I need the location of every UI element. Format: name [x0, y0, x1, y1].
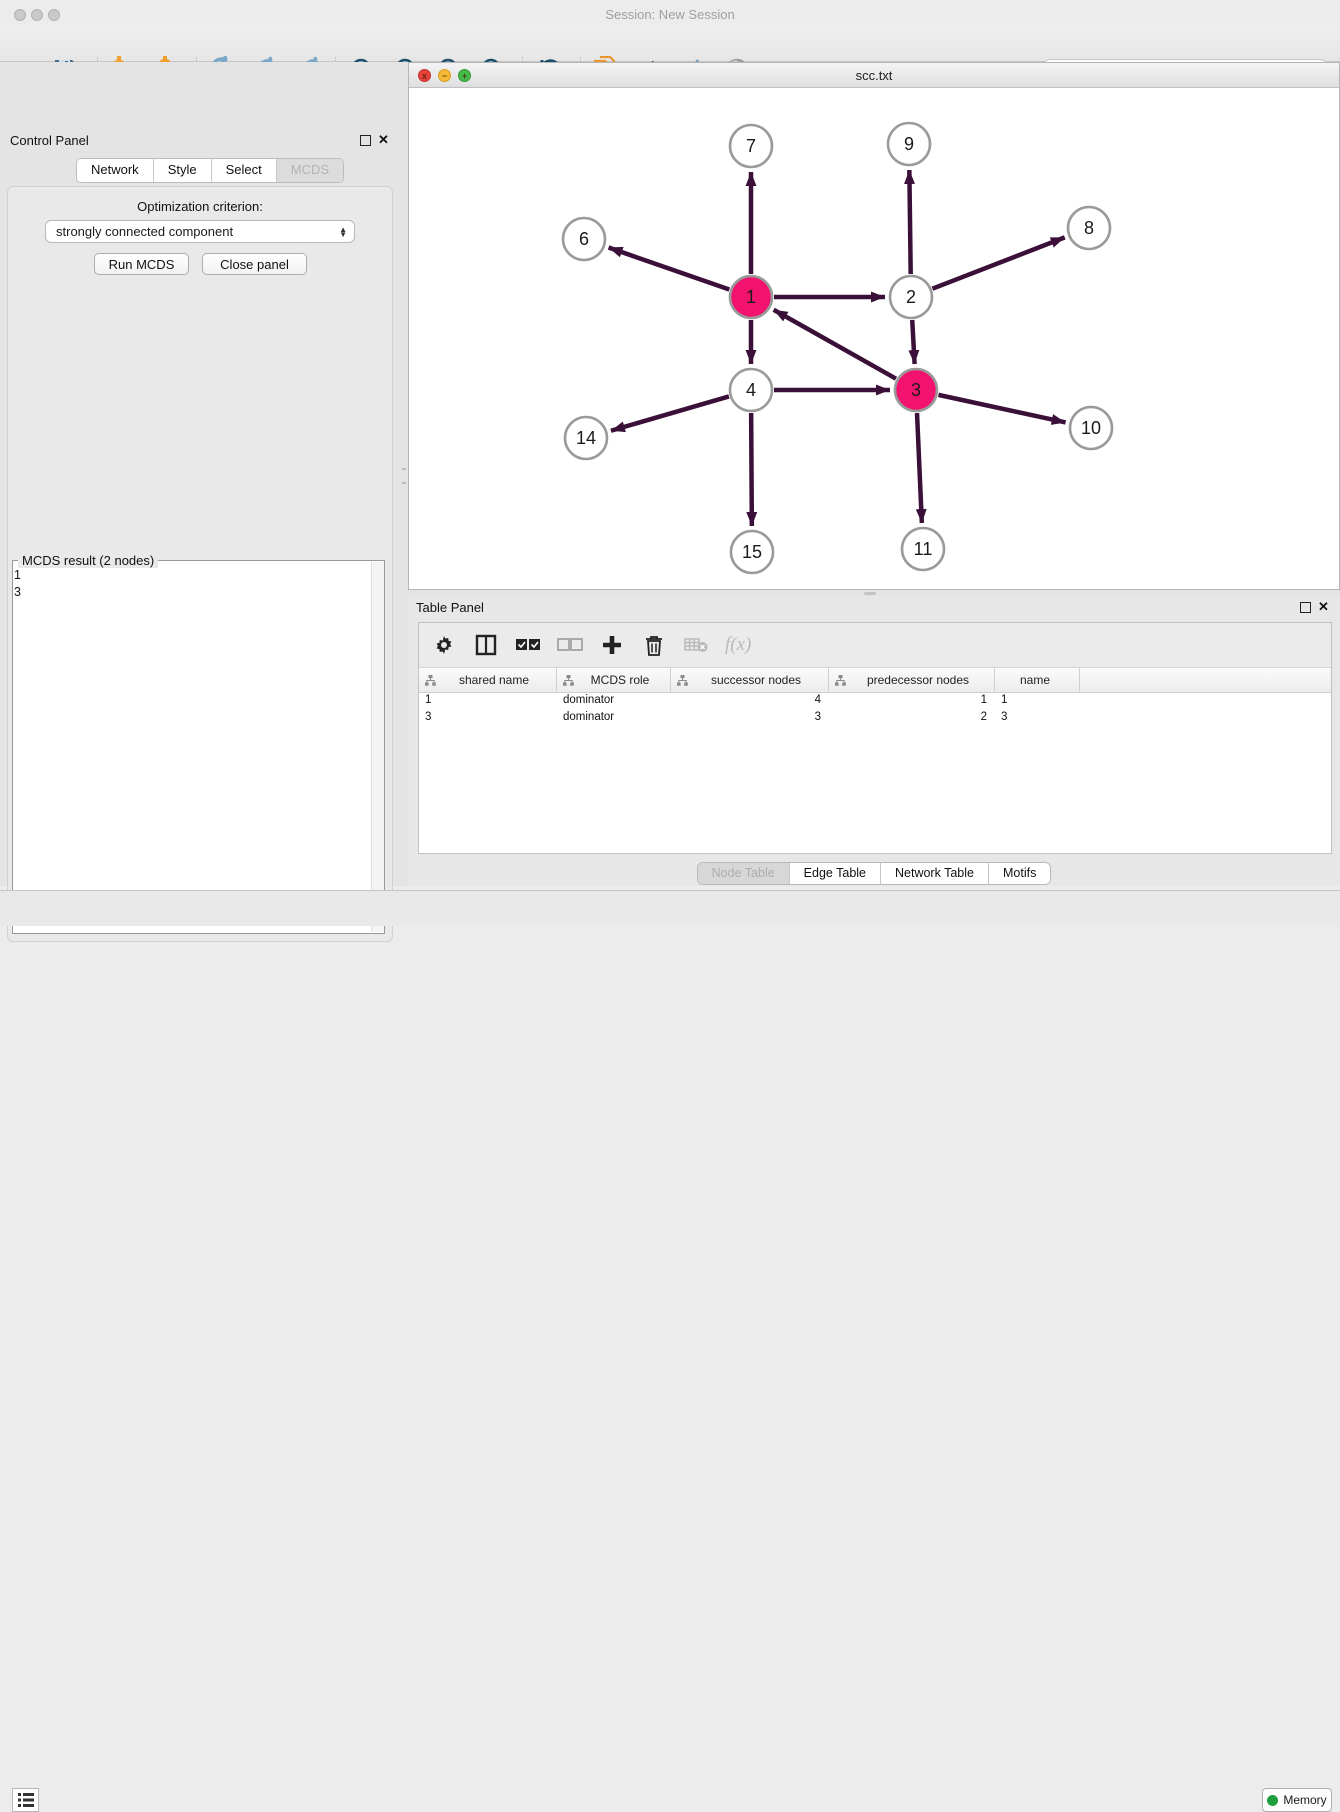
main-toolbar — [0, 26, 1340, 62]
table-cell[interactable]: 2 — [829, 710, 995, 727]
table-tabbar: Node Table Edge Table Network Table Moti… — [408, 862, 1340, 885]
graph-edge-1-6[interactable] — [609, 248, 730, 290]
control-panel-title: Control Panel — [10, 133, 89, 148]
tab-mcds[interactable]: MCDS — [277, 159, 343, 182]
hierarchy-icon — [677, 675, 688, 686]
float-table-panel-icon[interactable] — [1300, 602, 1311, 613]
control-panel-tabs: Network Style Select MCDS — [76, 158, 344, 183]
graph-node-label: 4 — [746, 380, 756, 400]
table-panel-title: Table Panel — [416, 600, 484, 615]
network-view-window: x − + scc.txt 1 2 3 4 6 7 8 9 10 11 14 15 — [408, 62, 1340, 590]
mcds-result-scrollbar[interactable] — [371, 562, 384, 932]
vertical-splitter-handle[interactable] — [402, 468, 406, 484]
column-header[interactable]: predecessor nodes — [829, 668, 995, 692]
table-cell[interactable]: 3 — [671, 710, 829, 727]
tab-node-table[interactable]: Node Table — [698, 863, 790, 884]
table-cell[interactable]: dominator — [557, 693, 671, 710]
graph-edge-2-8[interactable] — [932, 237, 1064, 288]
tab-edge-table[interactable]: Edge Table — [790, 863, 881, 884]
unselect-all-columns-icon[interactable] — [557, 632, 583, 658]
control-panel: Control Panel ✕ Network Style Select MCD… — [0, 62, 400, 886]
graph-node-label: 1 — [746, 287, 756, 307]
graph-edge-2-3[interactable] — [912, 320, 914, 364]
table-panel: Table Panel ✕ f(x) — [408, 596, 1340, 886]
tab-network-table[interactable]: Network Table — [881, 863, 989, 884]
window-title: Session: New Session — [0, 7, 1340, 22]
graph-node-label: 6 — [579, 229, 589, 249]
delete-table-icon[interactable] — [683, 632, 709, 658]
node-table-body: 1dominator4113dominator323 — [419, 693, 1331, 727]
graph-edge-4-15[interactable] — [751, 413, 752, 526]
network-canvas[interactable]: 1 2 3 4 6 7 8 9 10 11 14 15 — [409, 88, 1339, 589]
graph-node-label: 7 — [746, 136, 756, 156]
dropdown-stepper-icon: ▲▼ — [339, 227, 347, 237]
node-table-container: f(x) shared nameMCDS rolesuccessor nodes… — [418, 622, 1332, 854]
graph-node-label: 9 — [904, 134, 914, 154]
network-window-titlebar[interactable]: x − + scc.txt — [409, 63, 1339, 88]
optimization-criterion-label: Optimization criterion: — [0, 199, 400, 214]
table-cell[interactable]: 4 — [671, 693, 829, 710]
title-bar: Session: New Session — [0, 0, 1340, 27]
hierarchy-icon — [425, 675, 436, 686]
column-header[interactable]: MCDS role — [557, 668, 671, 692]
table-cell[interactable]: dominator — [557, 710, 671, 727]
graph-edge-2-9[interactable] — [909, 170, 910, 274]
tab-motifs[interactable]: Motifs — [989, 863, 1050, 884]
table-cell[interactable]: 1 — [829, 693, 995, 710]
tab-style[interactable]: Style — [154, 159, 212, 182]
graph-node-label: 2 — [906, 287, 916, 307]
hierarchy-icon — [835, 675, 846, 686]
column-header[interactable]: name — [995, 668, 1080, 692]
table-cell[interactable]: 3 — [419, 710, 557, 727]
table-settings-gear-icon[interactable] — [431, 632, 457, 658]
tab-select[interactable]: Select — [212, 159, 277, 182]
network-graph[interactable]: 1 2 3 4 6 7 8 9 10 11 14 15 — [409, 88, 1339, 589]
show-column-panel-icon[interactable] — [473, 632, 499, 658]
horizontal-splitter-handle[interactable] — [864, 592, 876, 595]
graph-node-label: 3 — [911, 380, 921, 400]
graph-edge-4-14[interactable] — [611, 396, 729, 430]
create-column-plus-icon[interactable] — [599, 632, 625, 658]
close-panel-button[interactable]: Close panel — [202, 253, 307, 275]
graph-edge-3-11[interactable] — [917, 413, 922, 523]
table-cell[interactable]: 1 — [995, 693, 1080, 710]
criterion-value: strongly connected component — [46, 224, 339, 239]
table-cell[interactable]: 1 — [419, 693, 557, 710]
table-cell[interactable]: 3 — [995, 710, 1080, 727]
criterion-dropdown[interactable]: strongly connected component ▲▼ — [45, 220, 355, 243]
run-mcds-button[interactable]: Run MCDS — [94, 253, 189, 275]
column-header[interactable]: shared name — [419, 668, 557, 692]
hierarchy-icon — [563, 675, 574, 686]
graph-node-label: 11 — [914, 539, 933, 559]
show-log-list-button[interactable] — [12, 1788, 39, 1812]
memory-button[interactable]: Memory — [1262, 1788, 1332, 1812]
graph-node-label: 8 — [1084, 218, 1094, 238]
delete-column-trash-icon[interactable] — [641, 632, 667, 658]
table-toolbar: f(x) — [419, 623, 1331, 667]
memory-label: Memory — [1283, 1793, 1326, 1807]
close-table-panel-icon[interactable]: ✕ — [1318, 600, 1329, 614]
graph-node-label: 14 — [576, 428, 596, 448]
mcds-result-title: MCDS result (2 nodes) — [18, 553, 158, 568]
table-row[interactable]: 1dominator411 — [419, 693, 1331, 710]
memory-status-dot — [1267, 1795, 1278, 1806]
mcds-result-list[interactable]: 1 3 — [14, 567, 369, 929]
graph-edge-3-1[interactable] — [774, 310, 896, 379]
network-window-title: scc.txt — [409, 68, 1339, 83]
tab-network[interactable]: Network — [77, 159, 154, 182]
graph-node-label: 10 — [1081, 418, 1101, 438]
status-bar: Memory — [0, 890, 1340, 926]
graph-node-label: 15 — [742, 542, 762, 562]
close-panel-icon[interactable]: ✕ — [378, 133, 389, 147]
graph-edge-3-10[interactable] — [938, 395, 1065, 423]
list-icon — [18, 1793, 34, 1807]
float-panel-icon[interactable] — [360, 135, 371, 146]
column-header[interactable]: successor nodes — [671, 668, 829, 692]
function-builder-icon[interactable]: f(x) — [725, 634, 751, 656]
table-header-row: shared nameMCDS rolesuccessor nodesprede… — [419, 667, 1331, 693]
table-row[interactable]: 3dominator323 — [419, 710, 1331, 727]
select-all-columns-icon[interactable] — [515, 632, 541, 658]
